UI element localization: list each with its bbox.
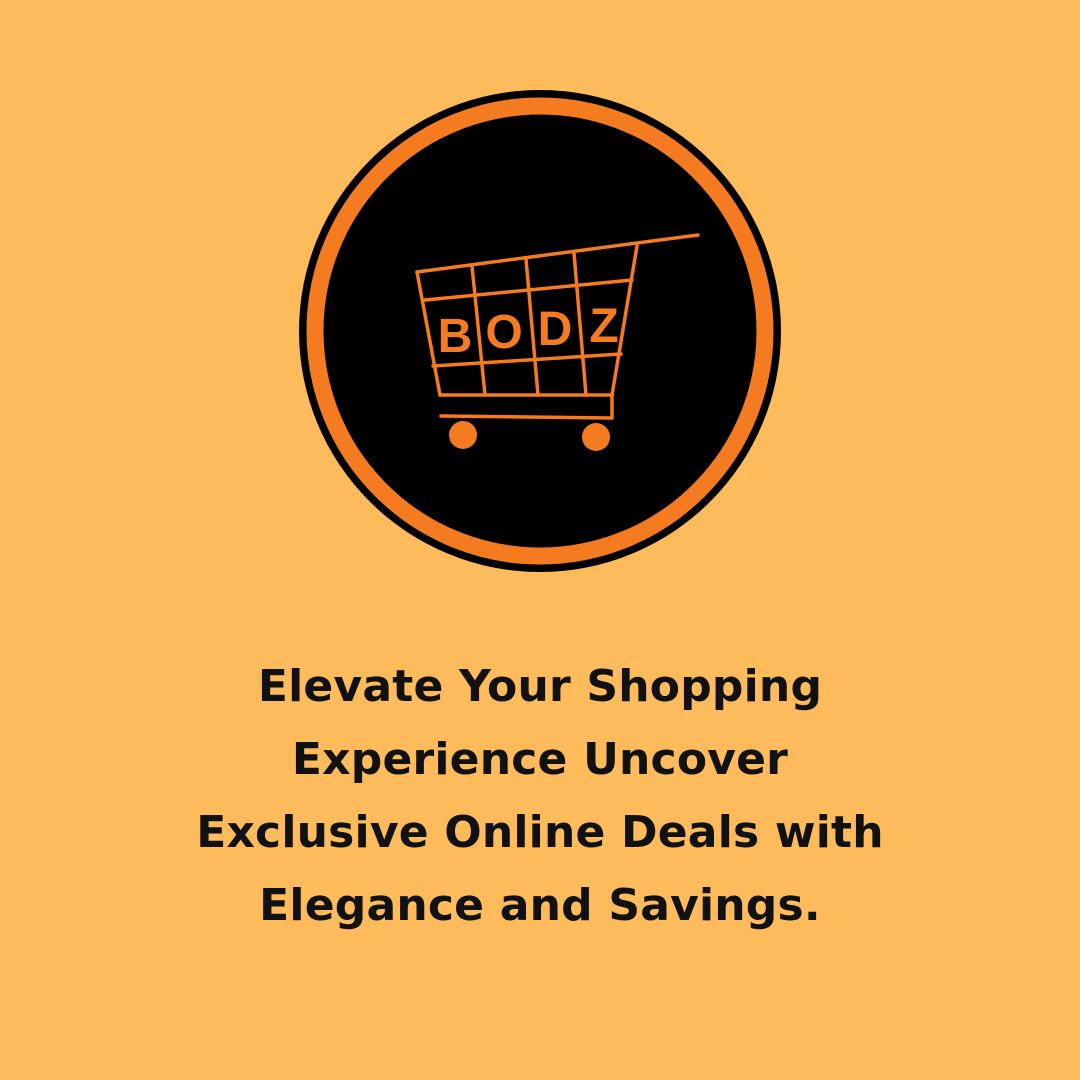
- tagline-line: Elegance and Savings.: [259, 880, 821, 931]
- cart-wheel-right: [582, 423, 610, 451]
- tagline-line: Exclusive Online Deals with: [196, 807, 884, 858]
- tagline: Elevate Your Shopping Experience Uncover…: [0, 650, 1080, 942]
- logo-letter: O: [485, 306, 522, 359]
- logo-letter: Z: [589, 300, 618, 353]
- tagline-line: Experience Uncover: [291, 734, 789, 785]
- logo-letter: D: [538, 303, 573, 356]
- tagline-line: Elevate Your Shopping: [257, 661, 823, 712]
- logo-letter: B: [438, 310, 473, 363]
- bodz-logo: B O D Z: [299, 90, 781, 572]
- cart-wheel-left: [449, 421, 477, 449]
